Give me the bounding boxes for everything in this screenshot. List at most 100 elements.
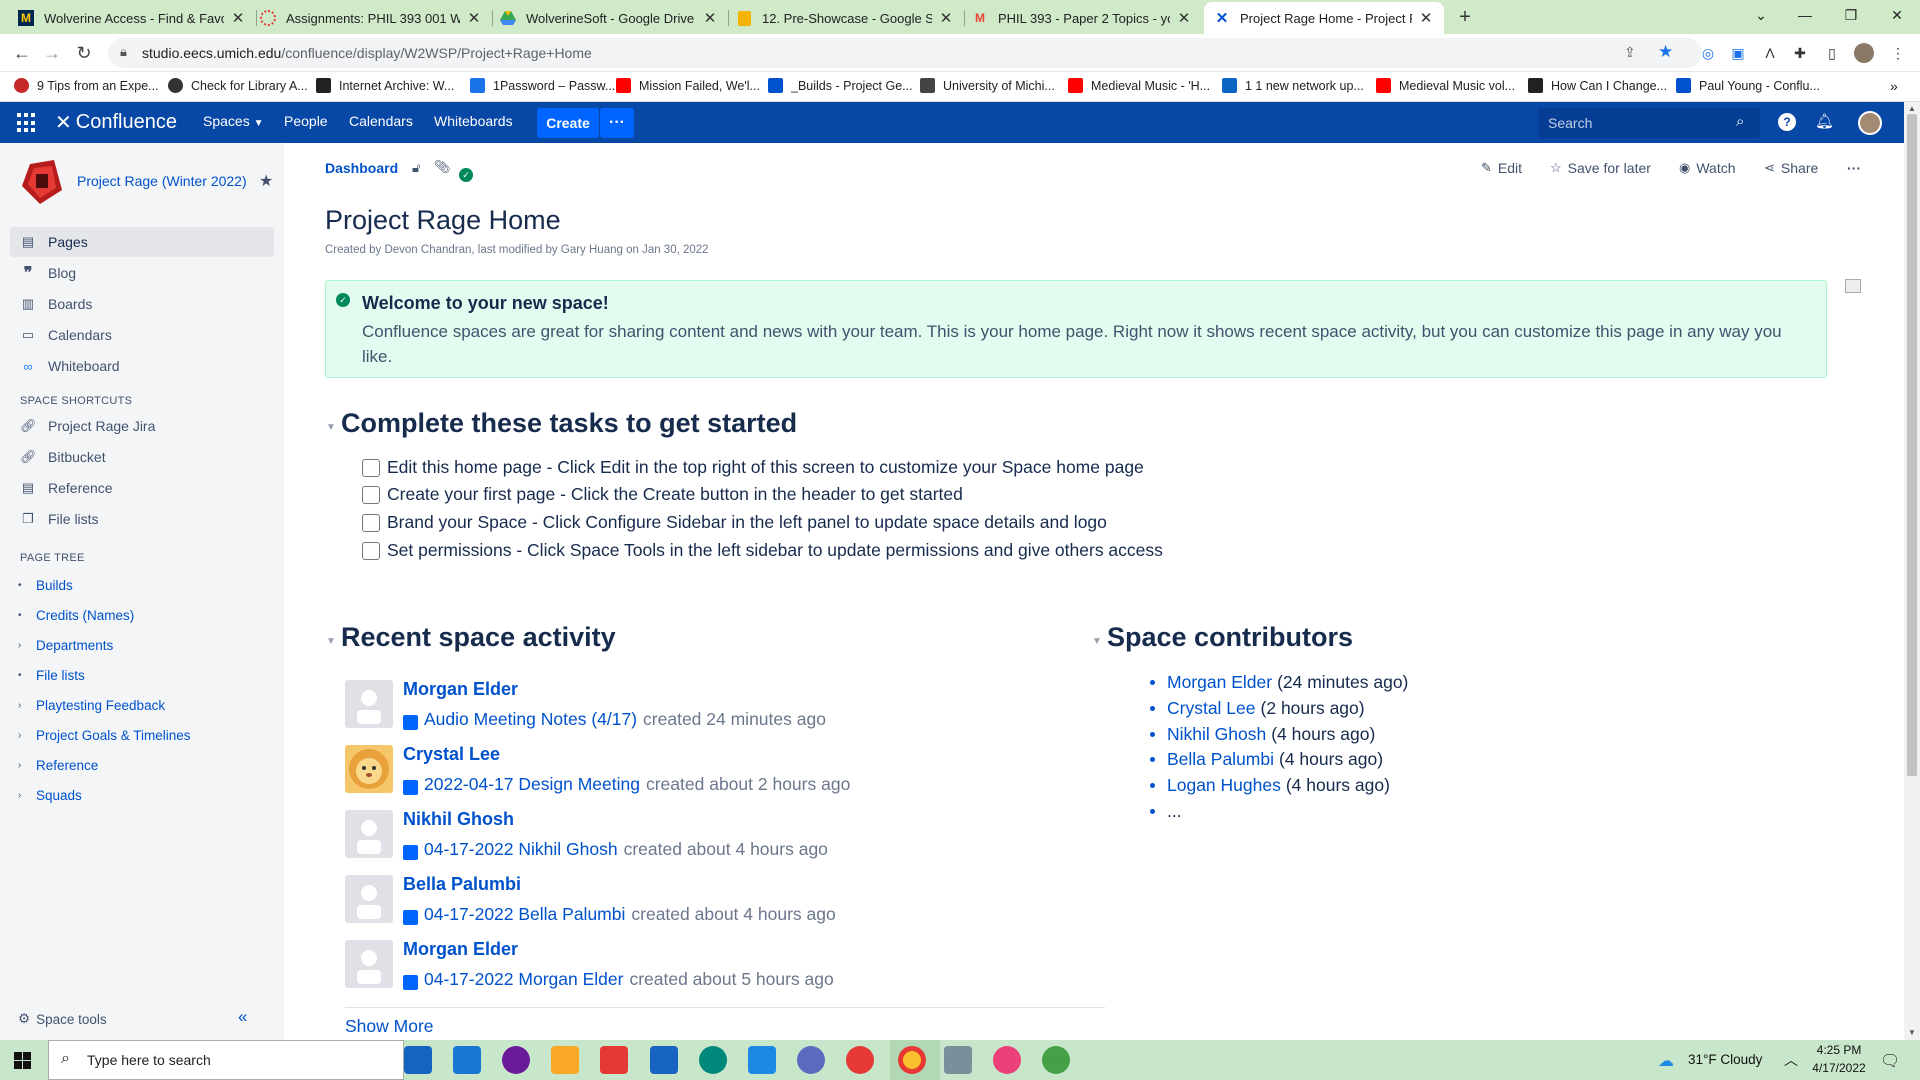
tree-item-file-lists[interactable]: • File lists <box>18 668 85 683</box>
github-desktop-icon[interactable] <box>502 1046 530 1074</box>
notification-center-icon[interactable]: 🗨︎ <box>1880 1051 1900 1071</box>
activity-page-link[interactable]: 04-17-2022 Nikhil Ghosh <box>424 839 618 860</box>
breadcrumb-dashboard[interactable]: Dashboard <box>325 160 398 176</box>
recorder-app-icon[interactable] <box>846 1046 874 1074</box>
avatar[interactable] <box>345 680 393 728</box>
avatar[interactable] <box>345 810 393 858</box>
task-checkbox[interactable] <box>362 541 380 560</box>
chevron-right-icon[interactable]: › <box>18 790 28 801</box>
attachment-icon[interactable]: 📎︎ <box>434 159 451 175</box>
app-switcher-icon[interactable] <box>17 113 37 133</box>
vertical-scrollbar[interactable]: ▲ ▼ <box>1904 102 1920 1040</box>
restore-button[interactable]: ❐ <box>1828 0 1874 30</box>
app-icon[interactable] <box>944 1046 972 1074</box>
tree-item-departments[interactable]: › Departments <box>18 638 113 653</box>
clock-date[interactable]: 4/17/2022 <box>1808 1061 1870 1075</box>
weather-text[interactable]: 31°F Cloudy <box>1688 1052 1762 1067</box>
clock-time[interactable]: 4:25 PM <box>1808 1043 1870 1057</box>
scrollbar-thumb[interactable] <box>1907 114 1917 776</box>
more-actions-button[interactable]: ··· <box>1847 160 1861 176</box>
new-tab-button[interactable]: + <box>1454 6 1476 28</box>
tray-chevron-up-icon[interactable]: ︿ <box>1784 1050 1798 1070</box>
nav-spaces[interactable]: Spaces ▼ <box>203 113 264 129</box>
scroll-up-icon[interactable]: ▲ <box>1908 104 1916 113</box>
page-tree-toggle-icon[interactable] <box>1845 279 1861 293</box>
edge-app-icon[interactable] <box>699 1046 727 1074</box>
nav-calendars[interactable]: Calendars <box>349 113 413 129</box>
office-app-icon[interactable] <box>600 1046 628 1074</box>
chevron-right-icon[interactable]: › <box>18 730 28 741</box>
shortcut-reference[interactable]: ▤ Reference <box>10 473 274 503</box>
bookmark-item[interactable]: 9 Tips from an Expe... <box>14 78 159 93</box>
bookmark-item[interactable]: Internet Archive: W... <box>316 78 454 93</box>
bookmark-item[interactable]: _Builds - Project Ge... <box>768 78 913 93</box>
chrome-app-icon[interactable] <box>898 1046 926 1074</box>
minimize-button[interactable]: — <box>1782 0 1828 30</box>
activity-user[interactable]: Morgan Elder <box>403 939 518 960</box>
contributor-link[interactable]: Nikhil Ghosh <box>1167 724 1266 745</box>
chevron-right-icon[interactable]: › <box>18 760 28 771</box>
sidebar-item-blog[interactable]: ❞ Blog <box>10 258 274 288</box>
space-logo[interactable] <box>22 160 62 204</box>
user-avatar[interactable] <box>1858 111 1882 135</box>
tree-item-builds[interactable]: • Builds <box>18 578 73 593</box>
bookmark-item[interactable]: 1Password – Passw... <box>470 78 615 93</box>
close-tab-icon[interactable]: ✕ <box>1418 9 1434 27</box>
tree-item-playtesting-feedback[interactable]: › Playtesting Feedback <box>18 698 165 713</box>
bookmarks-overflow-icon[interactable]: » <box>1890 78 1898 94</box>
task-item[interactable]: Set permissions - Click Space Tools in t… <box>362 540 1163 561</box>
browser-menu-icon[interactable]: ⋮ <box>1888 43 1908 63</box>
activity-page-link[interactable]: Audio Meeting Notes (4/17) <box>424 709 637 730</box>
bookmark-item[interactable]: Check for Library A... <box>168 78 308 93</box>
activity-user[interactable]: Morgan Elder <box>403 679 518 700</box>
task-item[interactable]: Create your first page - Click the Creat… <box>362 484 963 505</box>
scroll-down-icon[interactable]: ▼ <box>1908 1028 1916 1037</box>
shortcut-file-lists[interactable]: ❐ File lists <box>10 504 274 534</box>
close-tab-icon[interactable]: ✕ <box>938 9 954 27</box>
activity-user[interactable]: Nikhil Ghosh <box>403 809 514 830</box>
browser-tab-active[interactable]: ✕ Project Rage Home - Project Rag ✕ <box>1204 2 1444 34</box>
search-input[interactable]: Search ⌕ <box>1538 108 1760 138</box>
chevron-right-icon[interactable]: › <box>18 700 28 711</box>
space-tools-button[interactable]: ⚙ Space tools <box>18 1011 107 1027</box>
browser-tab[interactable]: 12. Pre-Showcase - Google Slide ✕ <box>726 2 964 34</box>
bookmark-item[interactable]: Medieval Music vol... <box>1376 78 1515 93</box>
contributors-more[interactable]: ... <box>1167 801 1182 822</box>
collapse-triangle-icon[interactable]: ▼ <box>326 422 336 433</box>
task-checkbox[interactable] <box>362 485 380 504</box>
discord-app-icon[interactable] <box>797 1046 825 1074</box>
mail-app-icon[interactable] <box>453 1046 481 1074</box>
avatar[interactable] <box>345 745 393 793</box>
browser-tab[interactable]: Assignments: PHIL 393 001 WN 2 ✕ <box>250 2 492 34</box>
extension-a-icon[interactable]: Λ <box>1760 43 1780 63</box>
browser-tab[interactable]: M PHIL 393 - Paper 2 Topics - young ✕ <box>962 2 1202 34</box>
nav-whiteboards[interactable]: Whiteboards <box>434 113 513 129</box>
word-app-icon[interactable] <box>650 1046 678 1074</box>
contributor-link[interactable]: Morgan Elder <box>1167 672 1272 693</box>
close-tab-icon[interactable]: ✕ <box>230 9 246 27</box>
collapse-sidebar-icon[interactable]: « <box>238 1007 247 1027</box>
weather-cloud-icon[interactable]: ☁ <box>1658 1051 1674 1071</box>
notifications-icon[interactable]: 🔔︎ <box>1815 112 1834 130</box>
create-more-button[interactable]: ··· <box>600 108 634 138</box>
bookmark-item[interactable]: Paul Young - Conflu... <box>1676 78 1820 93</box>
shortcut-bitbucket[interactable]: 🔗︎ Bitbucket <box>10 442 274 472</box>
contributor-link[interactable]: Logan Hughes <box>1167 775 1281 796</box>
close-window-button[interactable]: ✕ <box>1874 0 1920 30</box>
sidebar-item-calendars[interactable]: ▭ Calendars <box>10 320 274 350</box>
tree-item-credits[interactable]: • Credits (Names) <box>18 608 134 623</box>
contributor-link[interactable]: Crystal Lee <box>1167 698 1256 719</box>
activity-user[interactable]: Bella Palumbi <box>403 874 521 895</box>
tree-item-reference[interactable]: › Reference <box>18 758 98 773</box>
side-panel-icon[interactable]: ▯ <box>1822 43 1842 63</box>
browser-tab[interactable]: M Wolverine Access - Find & Favorit ✕ <box>8 2 256 34</box>
star-icon[interactable]: ★ <box>259 171 273 191</box>
show-more-link[interactable]: Show More <box>345 1016 434 1037</box>
tree-item-project-goals[interactable]: › Project Goals & Timelines <box>18 728 191 743</box>
collapse-triangle-icon[interactable]: ▼ <box>1092 636 1102 647</box>
avatar[interactable] <box>345 875 393 923</box>
itunes-app-icon[interactable] <box>993 1046 1021 1074</box>
taskbar-search-input[interactable]: ⌕ Type here to search <box>48 1040 404 1080</box>
windows-start-icon[interactable] <box>14 1052 31 1069</box>
activity-user[interactable]: Crystal Lee <box>403 744 500 765</box>
